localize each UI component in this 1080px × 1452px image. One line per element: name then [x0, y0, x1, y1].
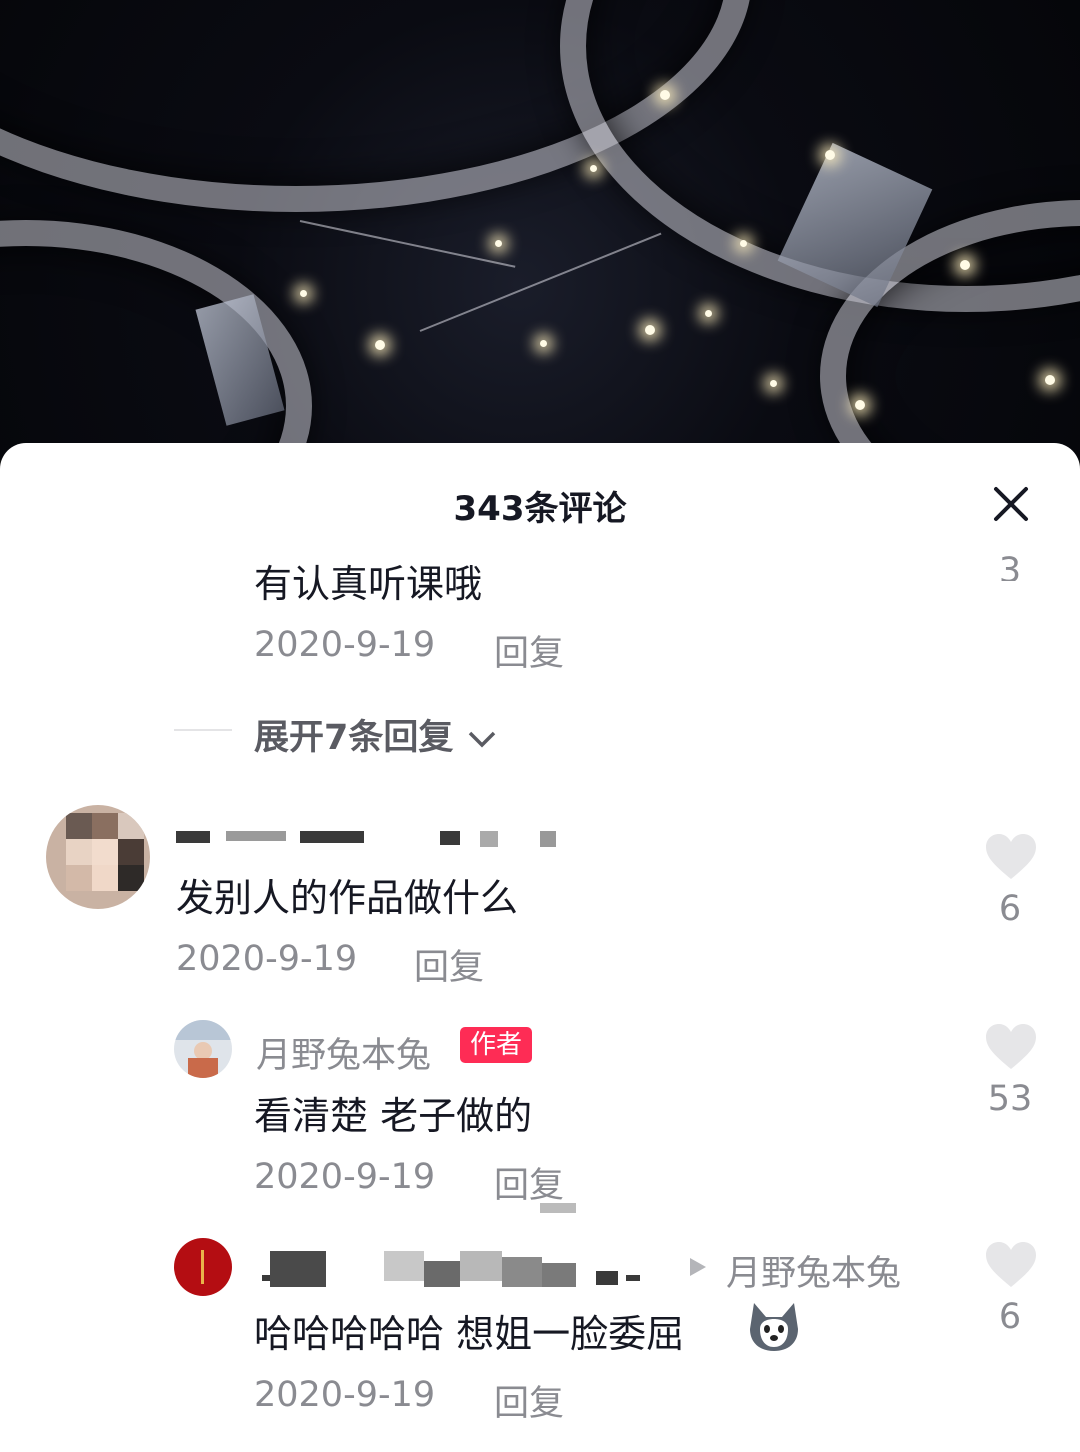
ceiling-light [540, 340, 547, 347]
expand-replies-button[interactable]: 展开7条回复 [254, 709, 498, 760]
comment-text: 有认真听课哦 [254, 562, 483, 606]
reply-button[interactable]: 回复 [414, 939, 484, 990]
video-player[interactable] [0, 0, 1080, 460]
reply-button[interactable]: 回复 [494, 1375, 564, 1426]
crack-line [419, 232, 662, 332]
like-count: 3 [998, 551, 1022, 581]
avatar[interactable] [174, 1238, 232, 1296]
avatar[interactable] [46, 805, 150, 909]
expand-replies-label: 展开7条回复 [254, 718, 454, 758]
ceiling-light [590, 165, 597, 172]
ceiling-light [1045, 375, 1055, 385]
username[interactable]: 月野兔本兔 [256, 1027, 431, 1078]
heart-icon[interactable] [984, 1241, 1038, 1289]
heart-icon[interactable] [984, 833, 1038, 881]
comment-date: 2020-9-19 [254, 1157, 436, 1197]
reply-arrow-icon [690, 1258, 706, 1276]
comment-date: 2020-9-19 [254, 1375, 436, 1415]
comment-text: 哈哈哈哈哈 想姐一脸委屈 [254, 1312, 685, 1356]
reply-button[interactable]: 回复 [494, 625, 564, 676]
ceiling-light [825, 150, 835, 160]
ceiling-light [740, 240, 747, 247]
ceiling-light [375, 340, 385, 350]
heart-icon[interactable] [984, 1023, 1038, 1071]
ceiling-light [770, 380, 777, 387]
like-count: 6 [998, 889, 1022, 929]
ceiling-light [495, 240, 502, 247]
comment-date: 2020-9-19 [176, 939, 358, 979]
ceiling-light [960, 260, 970, 270]
ceiling-light [705, 310, 712, 317]
comment-sheet: 343条评论 有认真听课哦 2020-9-19 回复 3 展开7条回复 发别人的… [0, 443, 1080, 1452]
husky-emoji-icon [750, 1303, 798, 1351]
like-count: 6 [998, 1297, 1022, 1337]
author-badge: 作者 [460, 1027, 533, 1063]
chevron-down-icon [468, 731, 495, 748]
expand-divider [174, 729, 232, 731]
ceiling-light [645, 325, 655, 335]
close-icon[interactable] [990, 483, 1032, 525]
blur-artifact [540, 1203, 576, 1213]
comment-text: 看清楚 老子做的 [254, 1094, 533, 1138]
crack-line [299, 220, 516, 268]
ceiling-light [660, 90, 670, 100]
comment-text: 发别人的作品做什么 [176, 876, 519, 920]
ceiling-light [300, 290, 307, 297]
like-count: 53 [987, 1079, 1033, 1119]
ceiling-light [855, 400, 865, 410]
avatar[interactable] [174, 1020, 232, 1078]
comment-count-title: 343条评论 [453, 489, 627, 529]
comment-date: 2020-9-19 [254, 625, 436, 665]
reply-button[interactable]: 回复 [494, 1157, 564, 1208]
reply-to-username[interactable]: 月野兔本兔 [726, 1245, 901, 1296]
